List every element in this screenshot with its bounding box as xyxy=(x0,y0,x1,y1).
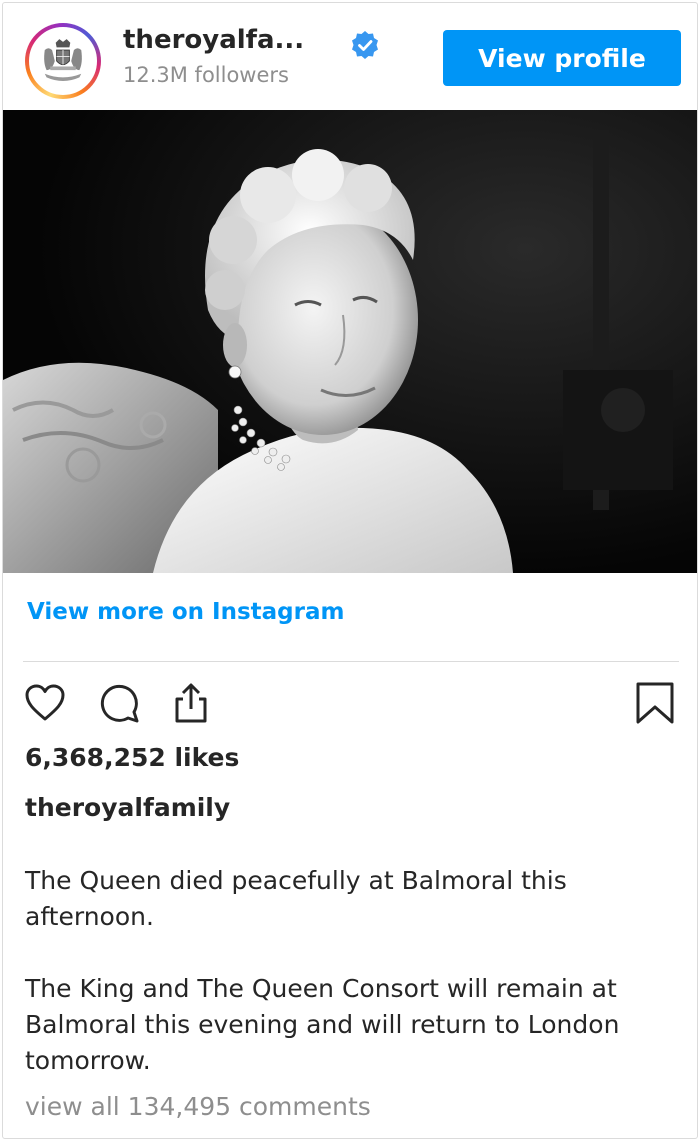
caption-paragraph: The Queen died peacefully at Balmoral th… xyxy=(25,866,567,931)
view-comments-link[interactable]: view all 134,495 comments xyxy=(25,1092,371,1121)
view-more-link[interactable]: View more on Instagram xyxy=(27,599,344,625)
story-ring[interactable] xyxy=(25,23,101,99)
coat-of-arms-icon xyxy=(32,30,94,92)
verified-badge-icon xyxy=(352,31,378,59)
avatar[interactable] xyxy=(29,27,97,95)
post-image[interactable] xyxy=(3,110,697,573)
share-icon[interactable] xyxy=(169,681,213,725)
comment-icon[interactable] xyxy=(97,681,141,725)
follower-count: 12.3M followers xyxy=(123,63,289,87)
like-count[interactable]: 6,368,252 likes xyxy=(25,743,239,772)
portrait-photo xyxy=(3,110,697,573)
post-header: theroyalfa... 12.3M followers View profi… xyxy=(3,3,697,111)
instagram-embed-card: theroyalfa... 12.3M followers View profi… xyxy=(2,2,698,1139)
username[interactable]: theroyalfa... xyxy=(123,25,304,55)
heart-icon[interactable] xyxy=(23,681,67,725)
caption-text: The Queen died peacefully at Balmoral th… xyxy=(25,863,675,1115)
caption-username[interactable]: theroyalfamily xyxy=(25,793,230,822)
bookmark-icon[interactable] xyxy=(633,681,677,725)
divider xyxy=(23,661,679,662)
caption-paragraph: The King and The Queen Consort will rema… xyxy=(25,974,620,1075)
view-profile-button[interactable]: View profile xyxy=(443,30,681,86)
